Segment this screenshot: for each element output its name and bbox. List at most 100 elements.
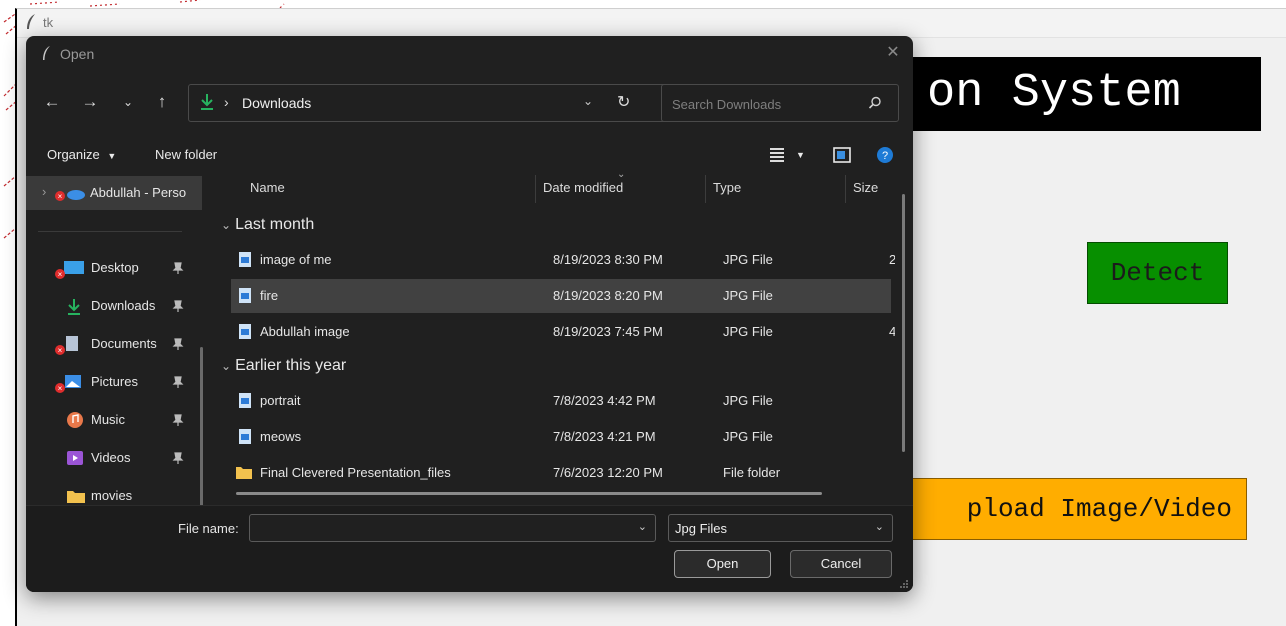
- sidebar-item-label: movies: [91, 488, 133, 503]
- sidebar-item-videos[interactable]: Videos: [26, 441, 202, 475]
- refresh-icon[interactable]: ↻: [617, 92, 630, 112]
- forward-arrow-icon[interactable]: →: [78, 90, 102, 114]
- feather-icon: [43, 46, 50, 60]
- pictures-icon: ×: [55, 375, 81, 393]
- resize-grip-icon[interactable]: [899, 579, 909, 589]
- open-button[interactable]: Open: [674, 550, 771, 578]
- group-label: Earlier this year: [235, 357, 347, 374]
- pin-icon: [172, 452, 184, 464]
- column-header-type[interactable]: Type: [713, 171, 741, 205]
- address-location: Downloads: [242, 95, 312, 111]
- chevron-right-icon: ›: [42, 184, 47, 199]
- jpg-file-icon: [239, 324, 251, 339]
- recent-locations-chevron-icon[interactable]: ⌄: [116, 90, 140, 114]
- file-row[interactable]: Abdullah image 8/19/2023 7:45 PM JPG Fil…: [231, 315, 895, 349]
- videos-icon: [67, 451, 83, 465]
- chevron-down-icon[interactable]: ⌄: [583, 94, 593, 108]
- svg-text:×: ×: [58, 346, 63, 355]
- chevron-down-icon: ⌄: [221, 359, 232, 373]
- up-arrow-icon[interactable]: ↑: [150, 90, 174, 114]
- chevron-down-icon: ⌄: [874, 521, 884, 533]
- onedrive-icon: ×: [55, 190, 85, 201]
- new-folder-button[interactable]: New folder: [155, 147, 217, 162]
- download-icon: [201, 94, 213, 110]
- sidebar-item-pictures[interactable]: × Pictures: [26, 365, 202, 399]
- sort-chevron-icon: ⌄: [617, 171, 626, 180]
- address-bar[interactable]: › Downloads ⌄ ↻: [188, 84, 670, 122]
- column-header-date-modified[interactable]: Date modified: [543, 171, 623, 205]
- column-header-name[interactable]: Name: [250, 171, 285, 205]
- search-input[interactable]: [670, 93, 854, 115]
- sidebar-item-label: Pictures: [91, 374, 138, 389]
- file-date: 7/8/2023 4:21 PM: [553, 429, 656, 444]
- sidebar-item-onedrive[interactable]: › × Abdullah - Perso: [26, 176, 202, 210]
- group-label: Last month: [235, 216, 315, 233]
- group-header-last-month[interactable]: ⌄ Last month: [221, 216, 314, 234]
- documents-icon: ×: [55, 336, 78, 355]
- chevron-down-icon[interactable]: ⌄: [638, 520, 647, 533]
- dialog-title-bar: Open ✕: [26, 36, 913, 70]
- file-list-vertical-scrollbar[interactable]: [902, 194, 905, 452]
- svg-text:?: ?: [882, 150, 888, 162]
- chevron-right-icon: ›: [224, 94, 229, 110]
- preview-pane-icon[interactable]: [833, 147, 851, 163]
- sidebar-item-desktop[interactable]: × Desktop: [26, 251, 202, 285]
- chevron-down-icon[interactable]: ▼: [796, 150, 805, 160]
- svg-text:×: ×: [58, 384, 63, 393]
- tk-window-title: tk: [43, 15, 54, 30]
- sidebar-item-label: Music: [91, 412, 125, 427]
- close-icon[interactable]: ✕: [883, 43, 903, 63]
- search-box[interactable]: [661, 84, 899, 122]
- file-row[interactable]: fire 8/19/2023 8:20 PM JPG File: [231, 279, 891, 313]
- open-file-dialog: Open ✕ ← → ⌄ ↑ › Downloads ⌄ ↻ Organize: [26, 36, 913, 592]
- sidebar-item-music[interactable]: Music: [26, 403, 202, 437]
- file-date: 7/6/2023 12:20 PM: [553, 465, 663, 480]
- upload-image-video-button[interactable]: pload Image/Video: [899, 478, 1247, 540]
- file-row[interactable]: image of me 8/19/2023 8:30 PM JPG File 2: [231, 243, 895, 277]
- group-header-earlier-this-year[interactable]: ⌄ Earlier this year: [221, 357, 346, 375]
- chevron-down-icon: ▼: [107, 151, 117, 161]
- sidebar-scrollbar[interactable]: [200, 347, 203, 509]
- column-divider[interactable]: [845, 175, 846, 203]
- dialog-footer: File name: ⌄ Jpg Files ⌄ Open Cancel: [26, 505, 913, 592]
- jpg-file-icon: [239, 288, 251, 303]
- file-row[interactable]: portrait 7/8/2023 4:42 PM JPG File: [231, 384, 891, 418]
- file-name-combobox[interactable]: ⌄: [249, 514, 656, 542]
- sidebar-item-label: Documents: [91, 336, 157, 351]
- file-type: JPG File: [723, 252, 773, 267]
- file-name: meows: [260, 429, 302, 444]
- file-name: Final Clevered Presentation_files: [260, 465, 451, 480]
- file-type: JPG File: [723, 393, 773, 408]
- sidebar-item-documents[interactable]: × Documents: [26, 327, 202, 361]
- view-menu-icon[interactable]: [768, 147, 786, 163]
- back-arrow-icon[interactable]: ←: [40, 90, 64, 114]
- file-name: fire: [260, 288, 279, 303]
- sidebar-item-downloads[interactable]: Downloads: [26, 289, 202, 323]
- column-divider[interactable]: [705, 175, 706, 203]
- app-heading: on System: [899, 57, 1261, 131]
- search-icon: [868, 96, 881, 109]
- detect-button[interactable]: Detect: [1087, 242, 1228, 304]
- file-row[interactable]: Final Clevered Presentation_files 7/6/20…: [231, 456, 891, 490]
- jpg-file-icon: [239, 252, 251, 267]
- music-icon: [67, 412, 83, 428]
- file-list-horizontal-scrollbar[interactable]: [236, 492, 822, 495]
- file-name-input[interactable]: [256, 519, 630, 539]
- svg-text:×: ×: [58, 192, 63, 201]
- pin-icon: [172, 262, 184, 274]
- column-header-size[interactable]: Size: [853, 171, 878, 205]
- organize-menu[interactable]: Organize ▼: [47, 147, 116, 162]
- file-type-select[interactable]: Jpg Files ⌄: [668, 514, 893, 542]
- cancel-button[interactable]: Cancel: [790, 550, 892, 578]
- file-date: 8/19/2023 7:45 PM: [553, 324, 663, 339]
- sidebar-item-label: Videos: [91, 450, 131, 465]
- help-icon[interactable]: ?: [876, 146, 894, 164]
- file-list: Name Date modified ⌄ Type Size ⌄ Last mon…: [215, 171, 895, 506]
- column-divider[interactable]: [535, 175, 536, 203]
- sidebar-item-label: Abdullah - Perso: [90, 185, 187, 200]
- file-row[interactable]: meows 7/8/2023 4:21 PM JPG File: [231, 420, 891, 454]
- folder-icon: [236, 467, 252, 479]
- download-icon: [68, 299, 80, 315]
- file-size: 2: [889, 252, 895, 267]
- sidebar-item-label: Downloads: [91, 298, 156, 313]
